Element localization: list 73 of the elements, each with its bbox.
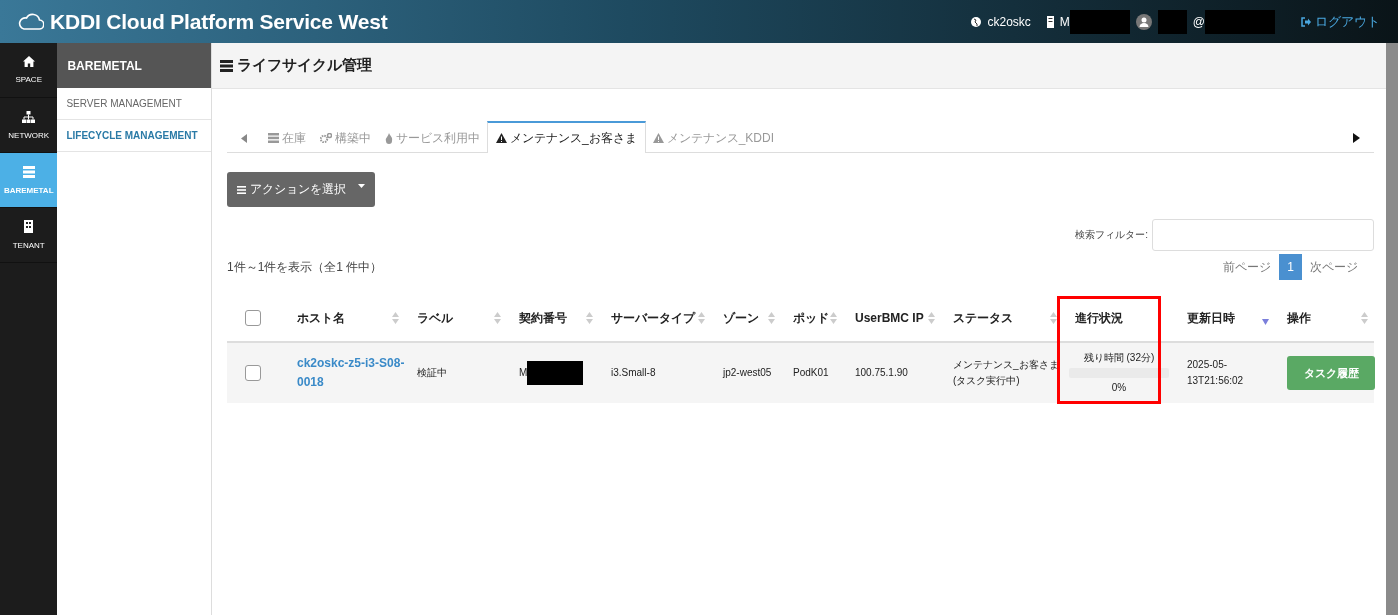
column-header[interactable]: サーバータイプ <box>611 309 695 327</box>
column-header[interactable]: 進行状況 <box>1075 309 1123 327</box>
network-icon <box>22 110 36 123</box>
table-cell: i3.Small-8 <box>611 367 656 378</box>
column-header[interactable]: ステータス <box>953 309 1013 327</box>
home-icon <box>22 56 35 67</box>
caret-icon <box>358 183 365 188</box>
action-dropdown-button[interactable]: アクションを選択 <box>227 172 375 207</box>
sort-icon[interactable] <box>392 312 399 324</box>
column-header[interactable]: 操作 <box>1287 309 1311 327</box>
tenant-name: M <box>1059 14 1070 29</box>
column-header[interactable]: ホスト名 <box>297 309 345 327</box>
sort-icon[interactable] <box>586 312 593 324</box>
column-header[interactable]: UserBMC IP <box>855 311 924 325</box>
globe-icon <box>971 16 982 27</box>
search-field[interactable] <box>1152 219 1374 251</box>
space-name: ck2oskc <box>987 14 1031 29</box>
building-icon <box>1046 15 1054 28</box>
sort-icon[interactable] <box>698 312 705 324</box>
sidebar-item[interactable]: LIFECYCLE MANAGEMENT <box>57 120 211 152</box>
redaction-block <box>1157 9 1187 34</box>
search-label: 検索フィルター: <box>1075 228 1148 242</box>
logout-link[interactable]: ログアウト <box>1301 12 1380 31</box>
table-cell: メンテナンス_お客さま(タスク実行中) <box>953 359 1059 386</box>
user-email: @ <box>1192 14 1205 29</box>
server-icon <box>268 133 279 143</box>
building-icon <box>24 220 34 233</box>
table-cell-text: M <box>519 366 528 380</box>
table-cell: jp2-west05 <box>723 367 772 378</box>
tab[interactable]: メンテナンス_お客さま <box>487 121 646 153</box>
scroll-right-icon[interactable] <box>1353 133 1360 143</box>
scroll-left-icon[interactable] <box>241 133 247 143</box>
sort-icon[interactable] <box>928 312 935 324</box>
server-icon <box>220 59 233 72</box>
previous-page-link[interactable]: 前ページ <box>1215 258 1279 276</box>
sort-icon[interactable] <box>768 312 775 324</box>
logout-icon <box>1301 16 1311 27</box>
redaction-block <box>527 361 584 385</box>
redaction-block <box>1069 9 1130 34</box>
user-avatar-icon <box>1135 13 1152 30</box>
table-cell: PodK01 <box>793 367 829 378</box>
progress-percent: 0% <box>1111 381 1127 395</box>
app-title: KDDI Cloud Platform Service West <box>50 9 388 34</box>
next-page-link[interactable]: 次ページ <box>1302 258 1366 276</box>
column-header[interactable]: 契約番号 <box>519 309 567 327</box>
nav-item[interactable]: TENANT <box>0 208 58 263</box>
table-cell: 100.75.1.90 <box>855 367 908 378</box>
sort-icon[interactable] <box>1050 312 1057 324</box>
table-cell: 検証中 <box>417 367 447 378</box>
remaining-time: 残り時間 (32分) <box>1083 351 1155 365</box>
menu-icon <box>237 185 246 194</box>
sidebar-item[interactable]: SERVER MANAGEMENT <box>57 88 211 120</box>
sidebar-header: BAREMETAL <box>57 43 211 88</box>
warning-icon <box>496 133 507 143</box>
column-header[interactable]: 更新日時 <box>1187 309 1235 327</box>
sort-icon[interactable] <box>494 312 501 324</box>
select-all-checkbox[interactable] <box>245 310 261 326</box>
table-cell: 2025-05-13T21:56:02 <box>1187 359 1244 386</box>
sort-icon[interactable] <box>1361 312 1368 324</box>
sort-icon[interactable] <box>830 312 837 324</box>
gears-icon <box>320 133 332 143</box>
row-checkbox[interactable] <box>245 365 261 381</box>
warning-icon <box>652 133 664 143</box>
column-header[interactable]: ゾーン <box>723 309 759 327</box>
sort-descending-icon[interactable] <box>1262 319 1269 325</box>
page-title: ライフサイクル管理 <box>237 56 372 75</box>
flame-icon <box>385 132 393 144</box>
server-icon <box>22 165 35 178</box>
cloud-icon <box>18 13 44 30</box>
column-header[interactable]: ポッド <box>793 309 829 327</box>
redaction-block <box>1205 9 1275 34</box>
record-count: 1件～1件を表示（全1 件中） <box>227 258 383 276</box>
column-header[interactable]: ラベル <box>417 309 453 327</box>
